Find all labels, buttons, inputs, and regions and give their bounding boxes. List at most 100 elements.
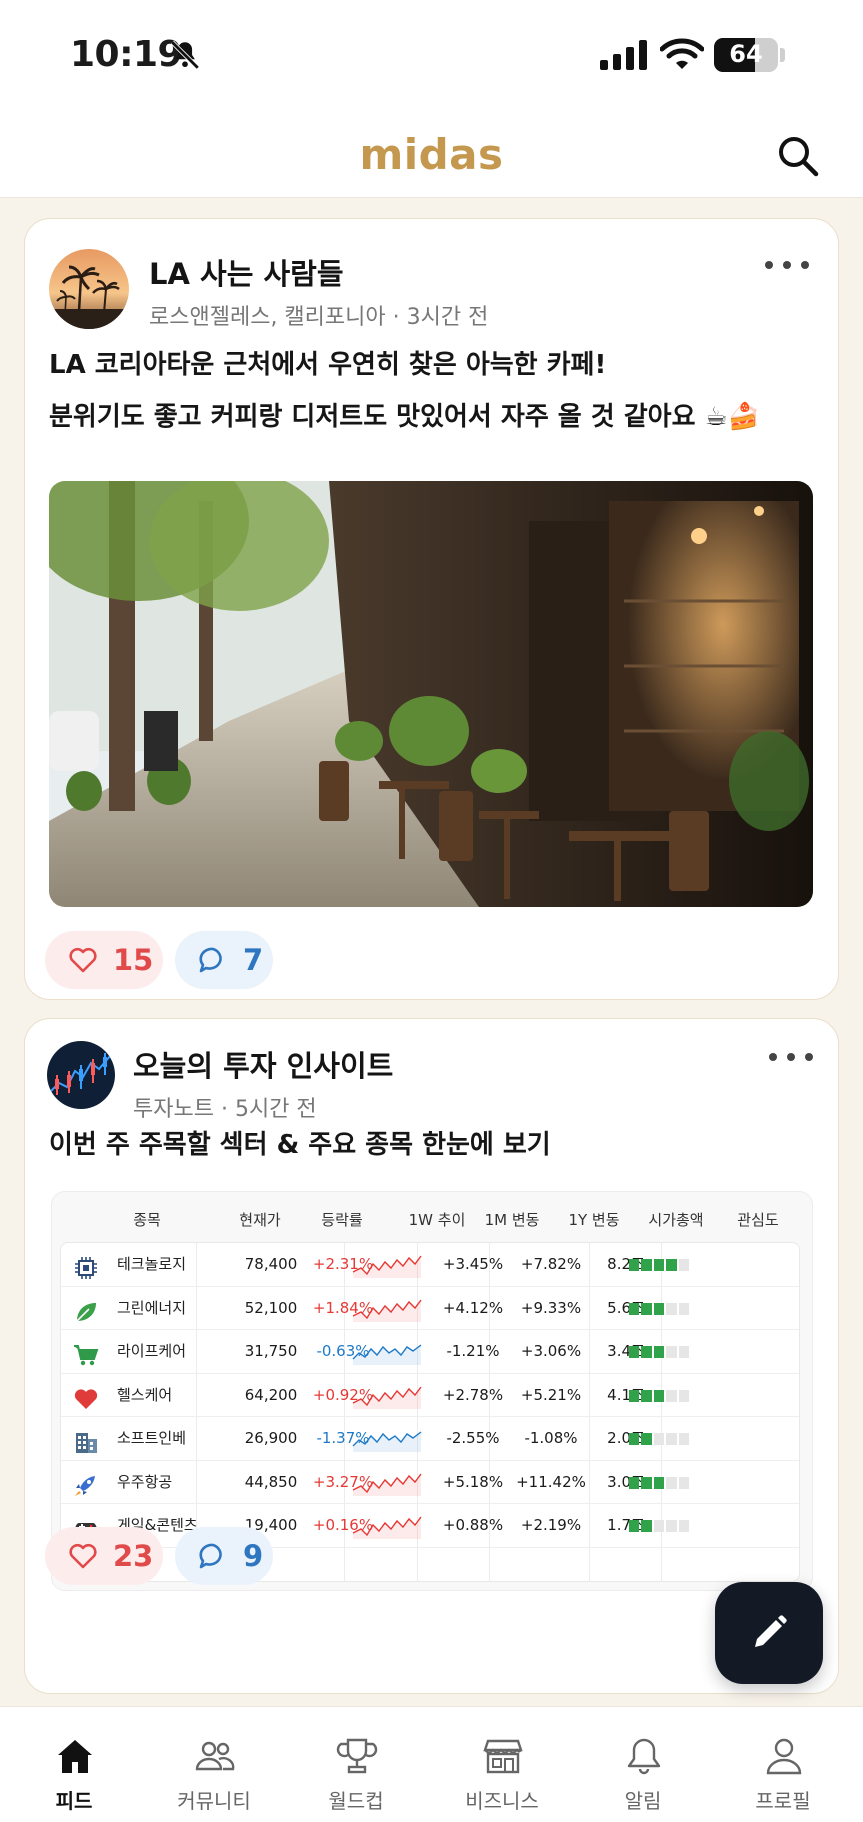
col-header: 1Y 변동 xyxy=(568,1211,620,1229)
col-header: 현재가 xyxy=(239,1211,281,1229)
sector-name[interactable]: 라이프케어 xyxy=(117,1330,186,1374)
heart-outline-icon xyxy=(69,1543,97,1569)
col-header: 등락률 xyxy=(321,1211,363,1229)
table-row[interactable]: 우주항공 44,850 +3.27% +5.18% +11.42% 3.0조 xyxy=(61,1461,799,1505)
status-time: 10:19 xyxy=(70,34,183,75)
post-image[interactable] xyxy=(49,481,813,907)
more-options-icon[interactable] xyxy=(769,1049,813,1065)
like-count: 23 xyxy=(113,1539,154,1573)
trend-sparkline xyxy=(352,1431,422,1452)
avatar[interactable] xyxy=(47,1041,115,1109)
table-body: 테크놀로지 78,400 +2.31% +3.45% +7.82% 8.2조 그린에너지 52… xyxy=(60,1242,800,1582)
post-author[interactable]: LA 사는 사람들 xyxy=(149,251,344,293)
post-time: 3시간 전 xyxy=(406,305,489,330)
bell-icon xyxy=(627,1738,661,1775)
tab-worldcup[interactable]: 월드컵 xyxy=(286,1707,426,1822)
tab-label: 알림 xyxy=(624,1789,662,1813)
trend-sparkline xyxy=(352,1473,422,1496)
sector-name[interactable]: 그린에너지 xyxy=(117,1287,186,1331)
col-header: 1W 추이 xyxy=(408,1211,466,1229)
trend-sparkline xyxy=(352,1255,422,1278)
interest-meter xyxy=(629,1520,690,1532)
tab-profile[interactable]: 프로필 xyxy=(713,1707,853,1822)
tab-business[interactable]: 비즈니스 xyxy=(432,1707,572,1822)
tab-label: 커뮤니티 xyxy=(177,1789,251,1813)
table-row[interactable]: 그린에너지 52,100 +1.84% +4.12% +9.33% 5.6조 xyxy=(61,1287,799,1331)
more-options-icon[interactable] xyxy=(765,257,809,273)
trend-sparkline xyxy=(352,1344,422,1365)
search-icon[interactable] xyxy=(776,134,820,178)
table-row[interactable]: 소프트인베 26,900 -1.37% -2.55% -1.08% 2.0조 xyxy=(61,1417,799,1461)
palm-sunset-avatar xyxy=(49,249,129,329)
sector-name[interactable]: 헬스케어 xyxy=(117,1374,172,1418)
col-header: 1M 변동 xyxy=(484,1211,540,1229)
post-author[interactable]: 오늘의 투자 인사이트 xyxy=(133,1043,393,1085)
battery-level: 64 xyxy=(729,40,763,68)
sector-name[interactable]: 테크놀로지 xyxy=(117,1243,186,1287)
post-body: LA 코리아타운 근처에서 우연히 찾은 아늑한 카페! 분위기도 좋고 커피랑… xyxy=(49,339,819,443)
interest-meter xyxy=(629,1346,690,1358)
tab-community[interactable]: 커뮤니티 xyxy=(144,1707,284,1822)
col-header: 관심도 xyxy=(737,1211,779,1229)
interest-meter xyxy=(629,1433,690,1445)
post-card[interactable]: 오늘의 투자 인사이트 투자노트 · 5시간 전 이번 주 주목할 섹터 & 주… xyxy=(24,1018,839,1694)
trophy-icon xyxy=(336,1738,378,1774)
interest-meter xyxy=(629,1389,690,1402)
store-icon xyxy=(483,1739,523,1774)
building-icon xyxy=(76,1433,97,1453)
leaf-icon xyxy=(76,1302,96,1322)
home-icon xyxy=(58,1740,92,1773)
wifi-icon xyxy=(660,38,704,69)
battery-nub xyxy=(780,48,785,62)
trend-sparkline xyxy=(352,1299,422,1322)
comment-button[interactable]: 9 xyxy=(175,1527,273,1585)
tab-feed[interactable]: 피드 xyxy=(4,1707,144,1822)
tab-label: 월드컵 xyxy=(328,1789,384,1813)
table-row[interactable]: 게임&콘텐츠 19,400 +0.16% +0.88% +2.19% 1.7조 xyxy=(61,1504,799,1548)
cafe-street-photo xyxy=(49,481,813,907)
comment-button[interactable]: 7 xyxy=(175,931,273,989)
post-text-line: 분위기도 좋고 커피랑 디저트도 맛있어서 자주 올 것 같아요 ☕🍰 xyxy=(49,402,761,432)
table-header: 종목 현재가 등락률 1W 추이 1M 변동 1Y 변동 시가총액 관심도 xyxy=(52,1192,812,1242)
cart-icon xyxy=(74,1345,99,1366)
interest-meter xyxy=(629,1302,690,1315)
bell-off-icon xyxy=(170,40,200,70)
sector-name[interactable]: 우주항공 xyxy=(117,1461,172,1505)
sector-table: 종목 현재가 등락률 1W 추이 1M 변동 1Y 변동 시가총액 관심도 테크… xyxy=(51,1191,813,1591)
heart-outline-icon xyxy=(69,947,97,973)
meta-separator: · xyxy=(385,305,407,330)
signal-icon xyxy=(600,40,647,70)
avatar[interactable] xyxy=(49,249,129,329)
app-logo: midas xyxy=(359,130,504,179)
interest-meter xyxy=(629,1476,690,1489)
tab-label: 프로필 xyxy=(755,1789,811,1813)
stock-chart-avatar xyxy=(47,1041,115,1109)
profile-icon xyxy=(766,1738,802,1775)
chip-icon xyxy=(75,1257,97,1279)
trend-sparkline xyxy=(352,1386,422,1409)
bottom-tab-bar: 피드 커뮤니티 월드컵 비즈니스 알림 프로필 xyxy=(0,1706,863,1822)
interest-meter xyxy=(629,1259,690,1271)
tab-notifications[interactable]: 알림 xyxy=(573,1707,713,1822)
battery-indicator: 64 xyxy=(714,38,778,72)
tab-label: 피드 xyxy=(55,1789,93,1813)
comment-count: 9 xyxy=(243,1539,264,1573)
post-text-line: LA 코리아타운 근처에서 우연히 찾은 아늑한 카페! xyxy=(49,350,607,380)
tab-label: 비즈니스 xyxy=(465,1789,539,1813)
app-header: midas xyxy=(0,112,863,198)
compose-button[interactable] xyxy=(715,1582,823,1684)
col-header: 종목 xyxy=(133,1211,161,1229)
trend-sparkline xyxy=(352,1516,422,1539)
table-row[interactable]: 테크놀로지 78,400 +2.31% +3.45% +7.82% 8.2조 xyxy=(61,1243,799,1287)
table-row[interactable]: 헬스케어 64,200 +0.92% +2.78% +5.21% 4.1조 xyxy=(61,1374,799,1418)
status-bar: 10:19 64 xyxy=(0,0,863,112)
comment-icon xyxy=(199,1543,222,1569)
post-card[interactable]: LA 사는 사람들 로스앤젤레스, 캘리포니아 · 3시간 전 LA 코리아타운… xyxy=(24,218,839,1000)
pencil-icon xyxy=(755,1615,787,1647)
like-button[interactable]: 15 xyxy=(45,931,163,989)
like-button[interactable]: 23 xyxy=(45,1527,163,1585)
table-row[interactable]: 라이프케어 31,750 -0.63% -1.21% +3.06% 3.4조 xyxy=(61,1330,799,1374)
col-header: 시가총액 xyxy=(648,1211,704,1229)
post-location: 로스앤젤레스, 캘리포니아 xyxy=(149,305,386,330)
sector-name[interactable]: 소프트인베 xyxy=(117,1417,186,1461)
